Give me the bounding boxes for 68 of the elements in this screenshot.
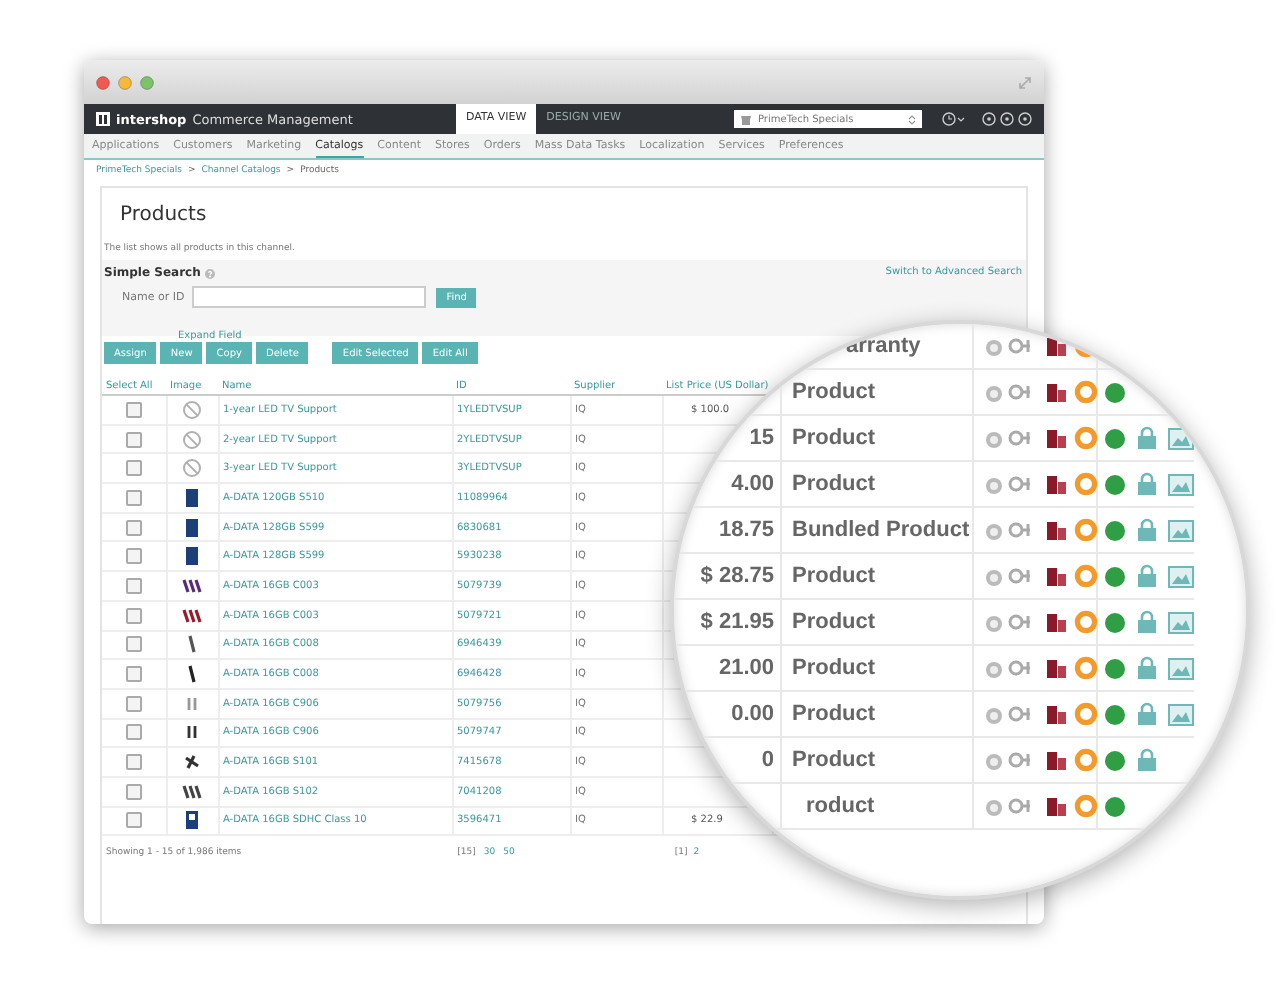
checkbox[interactable] [125,460,142,477]
zoom-icon[interactable] [140,75,154,89]
checkbox[interactable] [125,812,142,829]
checkbox[interactable] [125,489,142,506]
minimize-icon[interactable] [118,75,132,89]
product-type: Product [792,564,876,588]
image-icon[interactable] [1168,657,1194,679]
product-type: Product [792,656,876,680]
product-type: Product [792,748,876,772]
price-text: 15 [749,426,774,450]
search-field[interactable] [192,286,427,308]
product-type: Product [792,426,876,450]
boxes-icon[interactable] [1046,427,1068,449]
checkbox[interactable] [125,754,142,771]
image-icon[interactable] [1168,565,1194,587]
logo-icon [96,112,110,126]
price-text: 18.75 [718,518,774,542]
product-type: roduct [806,794,875,818]
lock-icon[interactable] [1136,472,1158,496]
boxes-icon[interactable] [1046,565,1068,587]
checkbox[interactable] [125,636,142,653]
image-icon[interactable] [1168,427,1194,449]
checkbox[interactable] [125,724,142,741]
price-text: 0 [761,748,774,772]
product-type: Product [792,380,876,404]
lock-icon[interactable] [1136,610,1158,634]
checkbox[interactable] [125,783,142,800]
checkbox[interactable] [125,401,142,418]
product-type: Product [792,702,876,726]
page-title: Products [118,202,209,230]
boxes-icon[interactable] [1046,335,1068,357]
checkbox[interactable] [125,548,142,565]
lock-icon[interactable] [1136,702,1158,726]
boxes-icon[interactable] [1046,381,1068,403]
checkbox[interactable] [125,519,142,536]
boxes-icon[interactable] [1046,749,1068,771]
boxes-icon[interactable] [1046,473,1068,495]
boxes-icon[interactable] [1046,519,1068,541]
price-text: 21.00 [718,656,774,680]
caret-icon [908,113,916,125]
price-text: 0.00 [731,702,774,726]
checkbox[interactable] [125,431,142,448]
product-type: Product [792,610,876,634]
image-icon[interactable] [1168,611,1194,633]
boxes-icon[interactable] [1046,795,1068,817]
lock-icon[interactable] [1136,564,1158,588]
lock-icon[interactable] [1136,748,1158,772]
image-icon[interactable] [1168,473,1194,495]
image-icon[interactable] [1168,703,1194,725]
lock-icon[interactable] [1136,518,1158,542]
checkbox[interactable] [125,577,142,594]
boxes-icon[interactable] [1046,703,1068,725]
close-icon[interactable] [96,75,110,89]
boxes-icon[interactable] [1046,657,1068,679]
boxes-icon[interactable] [1046,611,1068,633]
price-text: $ 21.95 [700,610,774,634]
checkbox[interactable] [125,607,142,624]
clock-icon[interactable] [942,112,966,126]
product-type: Bundled Product [792,518,970,542]
checkbox[interactable] [125,666,142,683]
product-type: Product [792,472,876,496]
image-icon[interactable] [1168,519,1194,541]
lock-icon[interactable] [1136,656,1158,680]
price-text: 4.00 [731,472,774,496]
expand-icon[interactable] [1018,75,1032,89]
lock-icon[interactable] [1136,426,1158,450]
checkbox[interactable] [125,695,142,712]
price-text: $ 28.75 [700,564,774,588]
